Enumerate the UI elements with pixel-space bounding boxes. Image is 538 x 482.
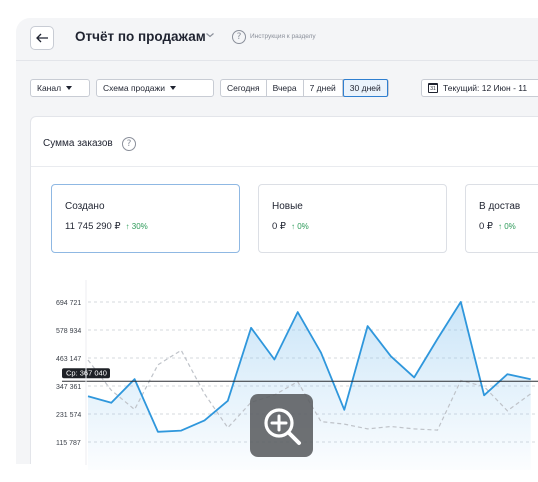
metric-value-row: 11 745 290 ₽ ↑ 30%: [65, 221, 148, 232]
panel-divider: [31, 166, 538, 167]
metric-value: 0 ₽: [272, 221, 286, 232]
metric-value: 11 745 290 ₽: [65, 221, 121, 232]
panel-title: Сумма заказов: [43, 138, 113, 149]
zoom-in-icon: [263, 407, 301, 445]
period-selector: Сегодня Вчера 7 дней 30 дней: [220, 79, 389, 97]
calendar-icon: 31: [428, 83, 438, 93]
y-tick-label: 347 361: [56, 384, 81, 391]
page-title: Отчёт по продажам: [75, 29, 206, 44]
metric-label: Создано: [65, 201, 105, 212]
metric-change: ↑ 30%: [125, 222, 148, 231]
channel-label: Канал: [37, 83, 62, 93]
metric-label: В достав: [479, 201, 521, 212]
back-button[interactable]: [30, 26, 54, 50]
help-icon[interactable]: ?: [232, 30, 246, 44]
metric-label: Новые: [272, 201, 303, 212]
y-tick-label: 231 574: [56, 412, 81, 419]
zoom-button[interactable]: [250, 394, 313, 457]
metric-card-new[interactable]: Новые 0 ₽ ↑ 0%: [258, 184, 447, 253]
chevron-down-icon[interactable]: [205, 31, 215, 39]
metric-card-in-delivery[interactable]: В достав 0 ₽ ↑ 0%: [465, 184, 538, 253]
metric-value-row: 0 ₽ ↑ 0%: [272, 221, 309, 232]
metric-value: 0 ₽: [479, 221, 493, 232]
metric-card-created[interactable]: Создано 11 745 290 ₽ ↑ 30%: [51, 184, 240, 253]
period-7-days[interactable]: 7 дней: [304, 80, 343, 96]
period-yesterday[interactable]: Вчера: [267, 80, 304, 96]
sales-scheme-label: Схема продажи: [103, 83, 165, 93]
y-tick-label: 115 787: [56, 440, 81, 447]
period-30-days[interactable]: 30 дней: [342, 79, 388, 97]
date-range-picker[interactable]: 31 Текущий: 12 Июн - 11: [421, 79, 538, 97]
y-tick-label: 463 147: [56, 356, 81, 363]
report-header: Отчёт по продажам ? Инструкция к разделу: [16, 18, 538, 66]
metric-value-row: 0 ₽ ↑ 0%: [479, 221, 516, 232]
header-divider: [16, 60, 538, 61]
caret-down-icon: [169, 86, 176, 90]
caret-down-icon: [66, 86, 73, 90]
metric-change: ↑ 0%: [497, 222, 516, 231]
metric-change: ↑ 0%: [290, 222, 309, 231]
sales-scheme-dropdown[interactable]: Схема продажи: [96, 79, 214, 97]
help-link[interactable]: Инструкция к разделу: [250, 33, 316, 40]
channel-dropdown[interactable]: Канал: [30, 79, 90, 97]
panel-title-text: Сумма заказов: [43, 138, 113, 149]
period-today[interactable]: Сегодня: [221, 80, 267, 96]
arrow-left-icon: [35, 33, 48, 43]
date-range-label: Текущий: 12 Июн - 11: [443, 83, 528, 93]
y-tick-label: 578 934: [56, 328, 81, 335]
panel-help-icon[interactable]: ?: [122, 137, 136, 151]
y-tick-label: 694 721: [56, 300, 81, 307]
